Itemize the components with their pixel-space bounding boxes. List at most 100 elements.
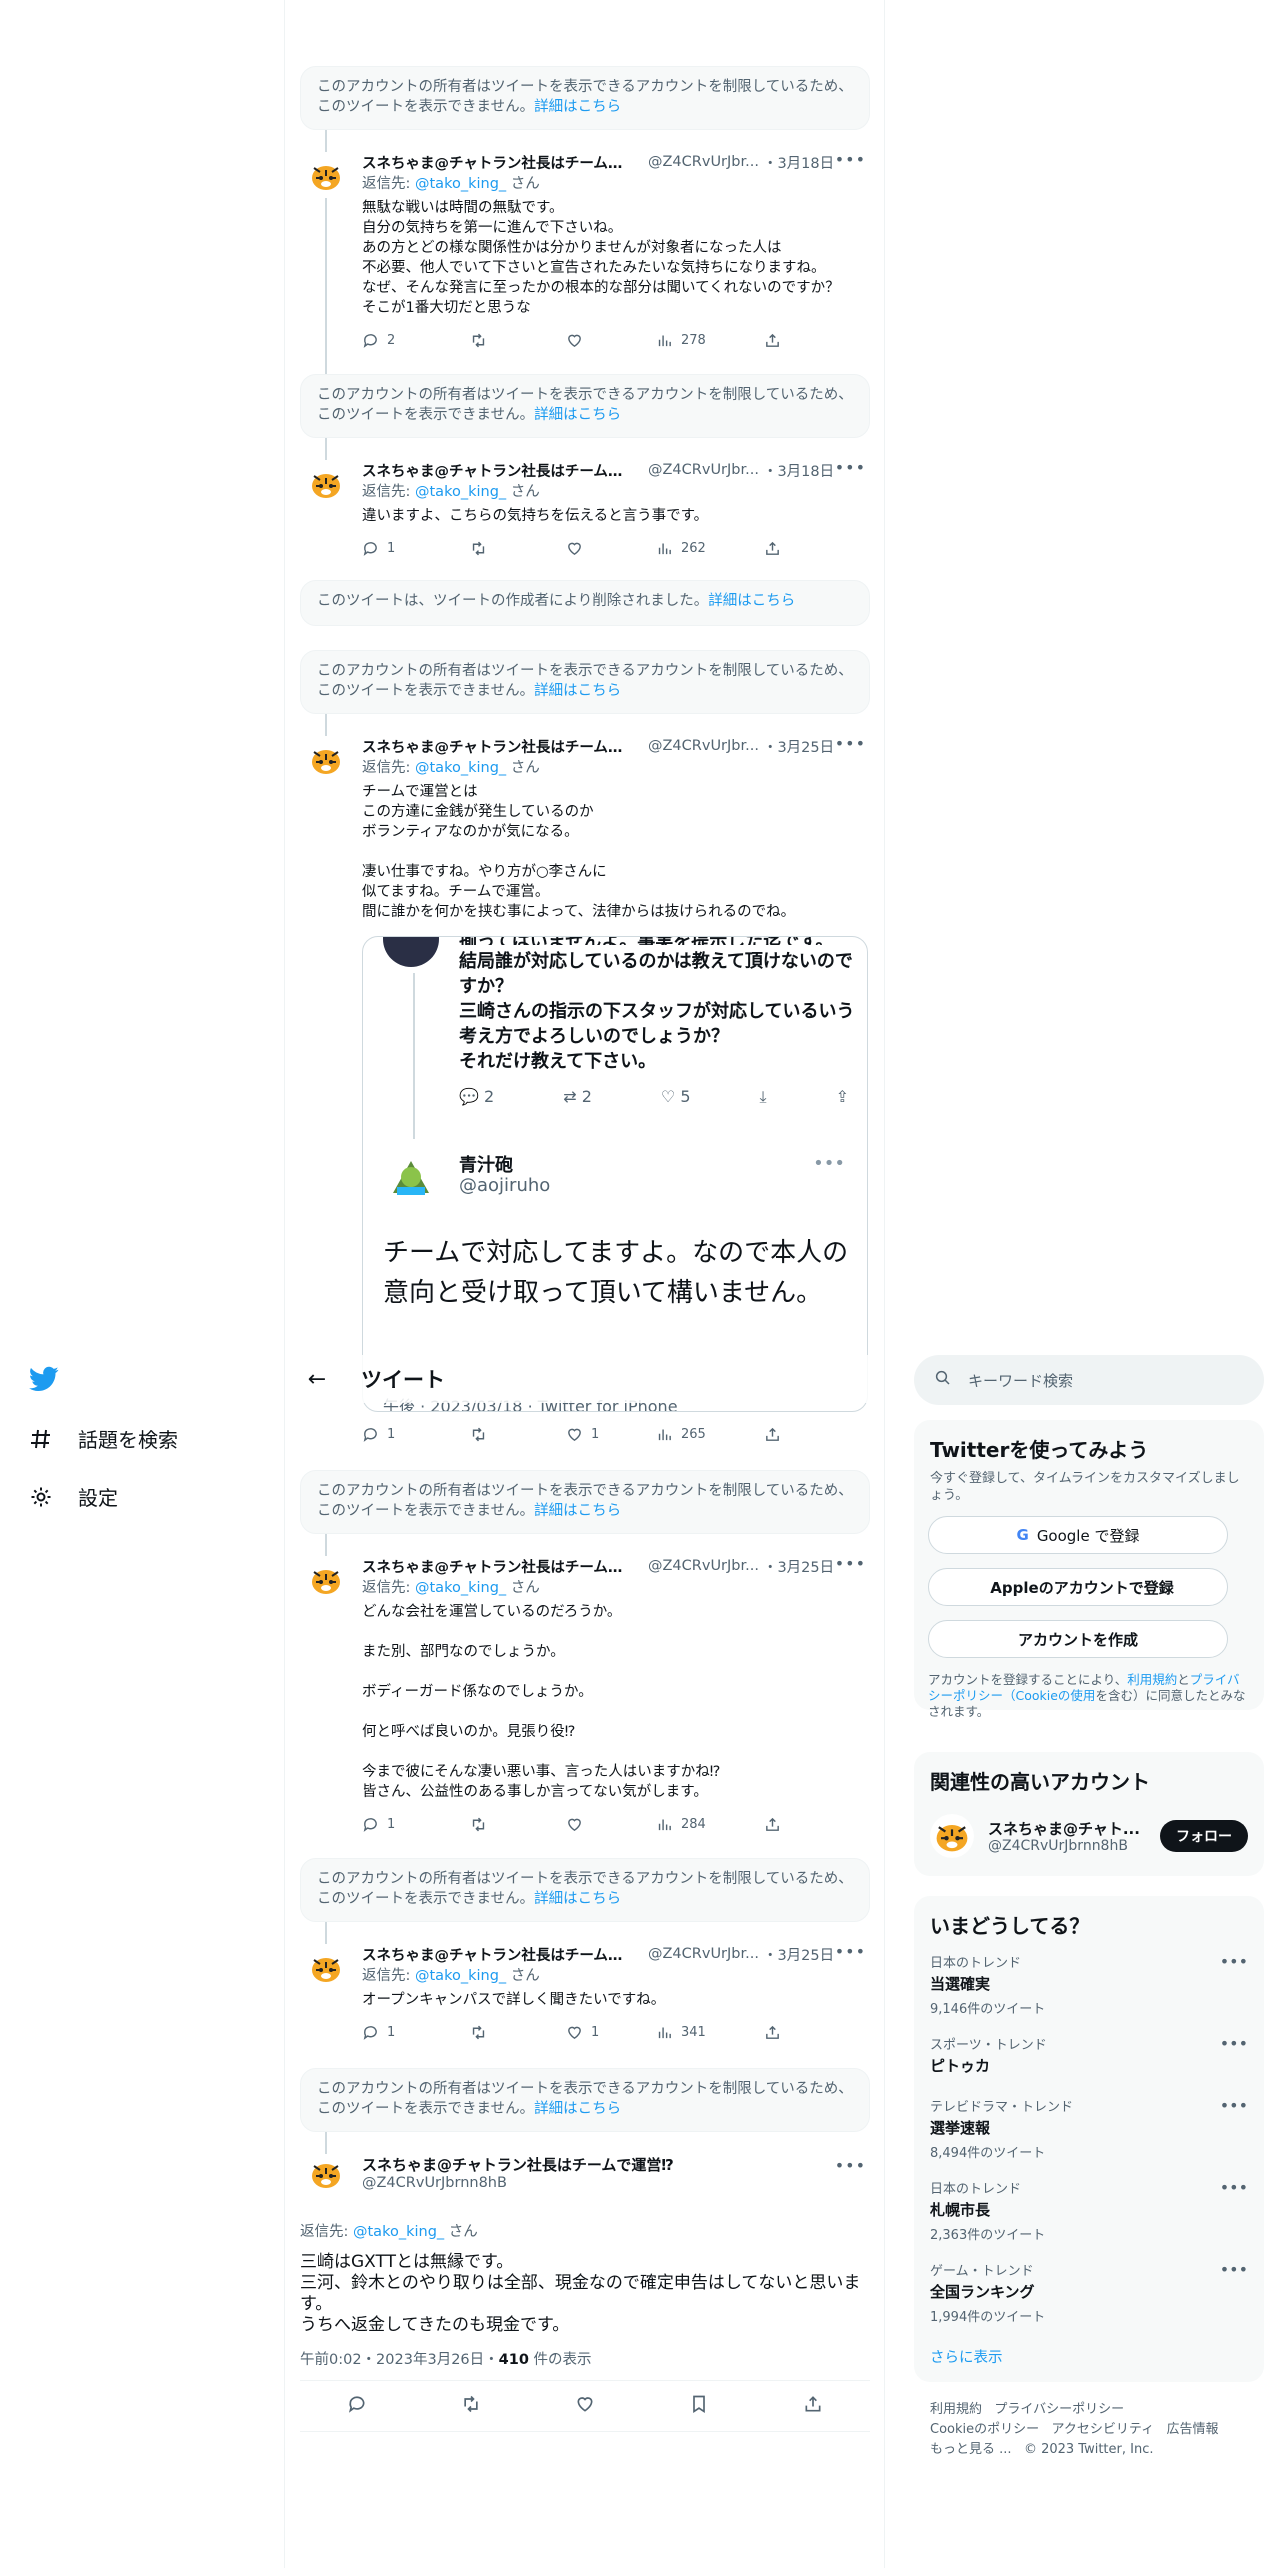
- views-button[interactable]: 278: [656, 332, 764, 349]
- learn-more-link[interactable]: 詳細はこちら: [534, 683, 621, 699]
- avatar[interactable]: [306, 1560, 346, 1600]
- tweet[interactable]: スネちゃま@チャトラン社長はチームで運営⁉ @Z4CRvUrJbr... ・3月…: [300, 150, 870, 398]
- like-button[interactable]: [566, 332, 656, 349]
- author-name[interactable]: スネちゃま@チャトラン社長はチームで運営⁉: [362, 152, 634, 173]
- trend-item[interactable]: 日本のトレンド 当選確実 9,146件のツイート •••: [930, 1952, 1248, 2017]
- trend-item[interactable]: ゲーム・トレンド 全国ランキング 1,994件のツイート •••: [930, 2260, 1248, 2325]
- embedded-tweet-screenshot[interactable]: 揃ってはいませんよ。事実を提示した迄です。 結局誰が対応しているのかは教えて頂け…: [362, 936, 868, 1412]
- like-button[interactable]: [566, 1816, 656, 1833]
- reply-button[interactable]: [347, 2394, 367, 2418]
- learn-more-link[interactable]: 詳細はこちら: [534, 1503, 621, 1519]
- learn-more-link[interactable]: 詳細はこちら: [534, 99, 621, 115]
- reply-to-handle[interactable]: @tako_king_: [415, 1580, 506, 1596]
- show-more-link[interactable]: さらに表示: [930, 2346, 1003, 2367]
- back-arrow-icon[interactable]: ←: [297, 1367, 337, 1392]
- search-box[interactable]: キーワード検索: [914, 1355, 1264, 1405]
- trend-item[interactable]: スポーツ・トレンド ピトゥカ •••: [930, 2034, 1248, 2076]
- retweet-button[interactable]: [470, 332, 566, 349]
- tweet-date[interactable]: ・3月25日: [763, 1556, 834, 1577]
- share-button[interactable]: [803, 2394, 823, 2418]
- twitter-logo-icon[interactable]: [28, 1364, 60, 1394]
- reply-button[interactable]: 1: [362, 1426, 470, 1443]
- reply-to-handle[interactable]: @tako_king_: [353, 2224, 444, 2240]
- related-account-name[interactable]: スネちゃま@チャト...: [988, 1818, 1140, 1839]
- footer-link[interactable]: 広告情報: [1167, 2422, 1219, 2437]
- share-button[interactable]: [764, 2024, 781, 2041]
- learn-more-link[interactable]: 詳細はこちら: [534, 407, 621, 423]
- more-icon[interactable]: •••: [835, 2156, 866, 2175]
- author-name[interactable]: スネちゃま@チャトラン社長はチームで運営⁉: [362, 1944, 634, 1965]
- more-icon[interactable]: •••: [1220, 2034, 1248, 2053]
- retweet-button[interactable]: [470, 2024, 566, 2041]
- like-button[interactable]: 1: [566, 1426, 656, 1443]
- trend-item[interactable]: 日本のトレンド 札幌市長 2,363件のツイート •••: [930, 2178, 1248, 2243]
- reply-button[interactable]: 1: [362, 540, 470, 557]
- tweet[interactable]: スネちゃま@チャトラン社長はチームで運営⁉ @Z4CRvUrJbr... ・3月…: [300, 1554, 870, 1836]
- more-icon[interactable]: •••: [835, 1554, 866, 1573]
- author-handle[interactable]: @Z4CRvUrJbr...: [648, 154, 759, 170]
- like-button[interactable]: [566, 540, 656, 557]
- nav-explore[interactable]: 話題を検索: [28, 1424, 178, 1453]
- author-name[interactable]: スネちゃま@チャトラン社長はチームで運営⁉: [362, 2154, 674, 2175]
- tweet-date[interactable]: ・3月18日: [763, 152, 834, 173]
- apple-signup-button[interactable]: Appleのアカウントで登録: [928, 1568, 1228, 1606]
- more-icon[interactable]: •••: [1220, 2178, 1248, 2197]
- learn-more-link[interactable]: 詳細はこちら: [534, 1891, 621, 1907]
- views-button[interactable]: 284: [656, 1816, 764, 1833]
- nav-settings[interactable]: 設定: [28, 1482, 118, 1511]
- avatar[interactable]: [930, 1814, 974, 1858]
- reply-button[interactable]: 2: [362, 332, 470, 349]
- learn-more-link[interactable]: 詳細はこちら: [708, 593, 795, 609]
- avatar[interactable]: [306, 156, 346, 196]
- tweet-date[interactable]: ・3月25日: [763, 736, 834, 757]
- footer-link[interactable]: もっと見る ...: [930, 2442, 1012, 2457]
- like-button[interactable]: [575, 2394, 595, 2418]
- reply-to-handle[interactable]: @tako_king_: [415, 484, 506, 500]
- more-icon[interactable]: •••: [835, 458, 866, 477]
- footer-link[interactable]: アクセシビリティ: [1052, 2422, 1155, 2437]
- terms-link[interactable]: 利用規約: [1127, 1672, 1177, 1687]
- share-button[interactable]: [764, 1816, 781, 1833]
- more-icon[interactable]: •••: [835, 150, 866, 169]
- avatar[interactable]: [306, 2154, 346, 2194]
- footer-link[interactable]: Cookieのポリシー: [930, 2422, 1039, 2437]
- author-name[interactable]: スネちゃま@チャトラン社長はチームで運営⁉: [362, 460, 634, 481]
- author-handle[interactable]: @Z4CRvUrJbr...: [648, 1946, 759, 1962]
- like-button[interactable]: 1: [566, 2024, 656, 2041]
- tweet-date[interactable]: ・3月18日: [763, 460, 834, 481]
- tweet[interactable]: スネちゃま@チャトラン社長はチームで運営⁉ @Z4CRvUrJbr... ・3月…: [300, 458, 870, 560]
- author-handle[interactable]: @Z4CRvUrJbr...: [648, 738, 759, 754]
- create-account-button[interactable]: アカウントを作成: [928, 1620, 1228, 1658]
- reply-button[interactable]: 1: [362, 1816, 470, 1833]
- search-input[interactable]: キーワード検索: [968, 1370, 1073, 1391]
- more-icon[interactable]: •••: [835, 1942, 866, 1961]
- retweet-button[interactable]: [470, 1816, 566, 1833]
- footer-link[interactable]: 利用規約: [930, 2402, 982, 2417]
- more-icon[interactable]: •••: [1220, 1952, 1248, 1971]
- reply-button[interactable]: 1: [362, 2024, 470, 2041]
- follow-button[interactable]: フォロー: [1160, 1820, 1248, 1852]
- more-icon[interactable]: •••: [1220, 2260, 1248, 2279]
- share-button[interactable]: [764, 332, 781, 349]
- reply-to-handle[interactable]: @tako_king_: [415, 176, 506, 192]
- learn-more-link[interactable]: 詳細はこちら: [534, 2101, 621, 2117]
- tweet[interactable]: スネちゃま@チャトラン社長はチームで運営⁉ @Z4CRvUrJbr... ・3月…: [300, 1942, 870, 2044]
- views-button[interactable]: 341: [656, 2024, 764, 2041]
- reply-to-handle[interactable]: @tako_king_: [415, 1968, 506, 1984]
- share-button[interactable]: [764, 540, 781, 557]
- avatar[interactable]: [306, 740, 346, 780]
- share-button[interactable]: [764, 1426, 781, 1443]
- more-icon[interactable]: •••: [835, 734, 866, 753]
- footer-link[interactable]: プライバシーポリシー: [994, 2402, 1124, 2417]
- views-button[interactable]: 262: [656, 540, 764, 557]
- tweet-date[interactable]: ・3月25日: [763, 1944, 834, 1965]
- more-icon[interactable]: •••: [1220, 2096, 1248, 2115]
- trend-item[interactable]: テレビドラマ・トレンド 選挙速報 8,494件のツイート •••: [930, 2096, 1248, 2161]
- tweet-timestamp[interactable]: 午前0:02・2023年3月26日・410 件の表示: [300, 2348, 592, 2369]
- retweet-button[interactable]: [461, 2394, 481, 2418]
- author-handle[interactable]: @Z4CRvUrJbr...: [648, 462, 759, 478]
- author-name[interactable]: スネちゃま@チャトラン社長はチームで運営⁉: [362, 736, 634, 757]
- retweet-button[interactable]: [470, 540, 566, 557]
- avatar[interactable]: [306, 1948, 346, 1988]
- author-handle[interactable]: @Z4CRvUrJbr...: [648, 1558, 759, 1574]
